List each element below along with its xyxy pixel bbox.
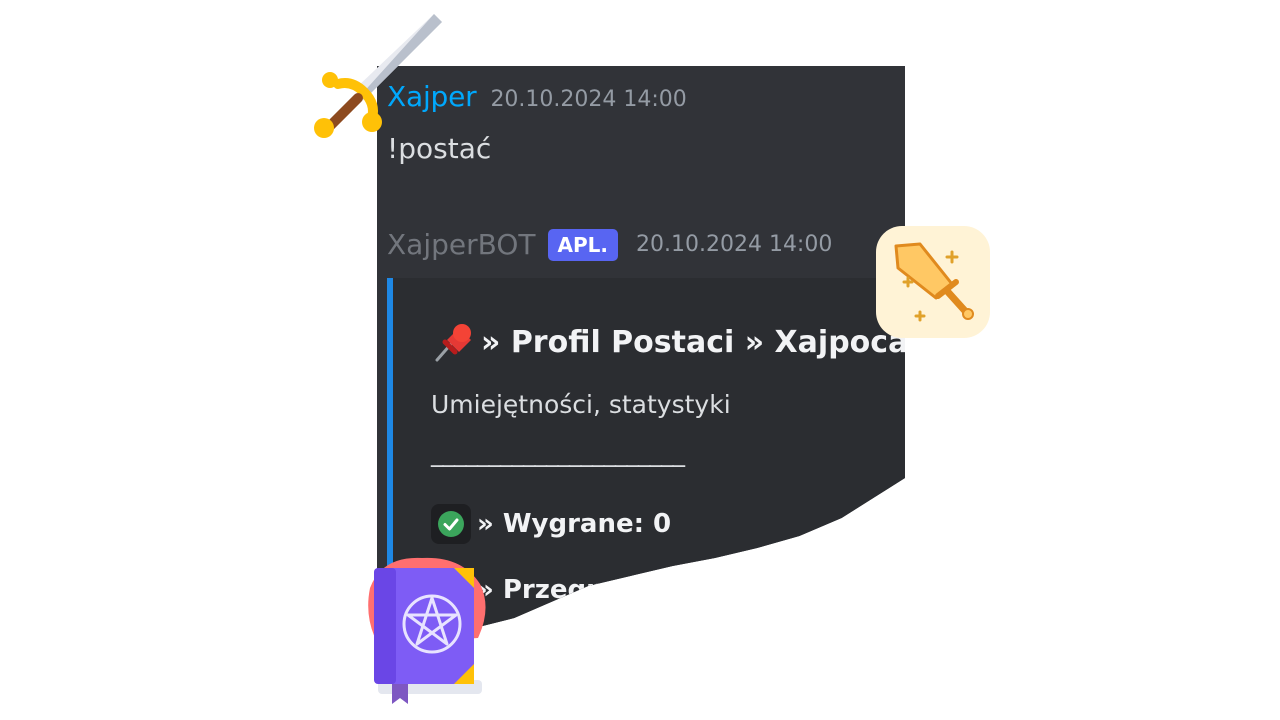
pushpin-icon bbox=[435, 324, 471, 362]
message-timestamp: 20.10.2024 14:00 bbox=[490, 87, 687, 112]
bot-message-header: XajperBOT APL. 20.10.2024 14:00 bbox=[387, 228, 832, 261]
wins-label: » Wygrane: 0 bbox=[477, 509, 672, 539]
chat-snippet: Xajper 20.10.2024 14:00 !postać XajperBOT… bbox=[377, 66, 905, 626]
embed-description: Umiejętności, statystyki bbox=[431, 390, 731, 419]
losses-label: » Przegrane: 0 bbox=[477, 575, 691, 605]
spellbook-icon bbox=[368, 557, 486, 704]
bot-name[interactable]: XajperBOT bbox=[387, 228, 536, 261]
embed-separator: ______________________ bbox=[431, 438, 685, 467]
screenshot-stage: Xajper 20.10.2024 14:00 !postać XajperBOT… bbox=[0, 0, 1280, 720]
app-badge: APL. bbox=[547, 228, 618, 261]
check-icon bbox=[431, 504, 471, 544]
bot-message-timestamp: 20.10.2024 14:00 bbox=[635, 232, 833, 257]
embed-title: » Profil Postaci » Xajpocaly bbox=[481, 324, 905, 360]
wins-stat: » Wygrane: 0 bbox=[431, 504, 671, 544]
sparkle-sword-icon bbox=[876, 226, 990, 338]
embed-title-row: » Profil Postaci » Xajpocaly bbox=[431, 320, 905, 364]
sword-icon bbox=[314, 14, 442, 138]
